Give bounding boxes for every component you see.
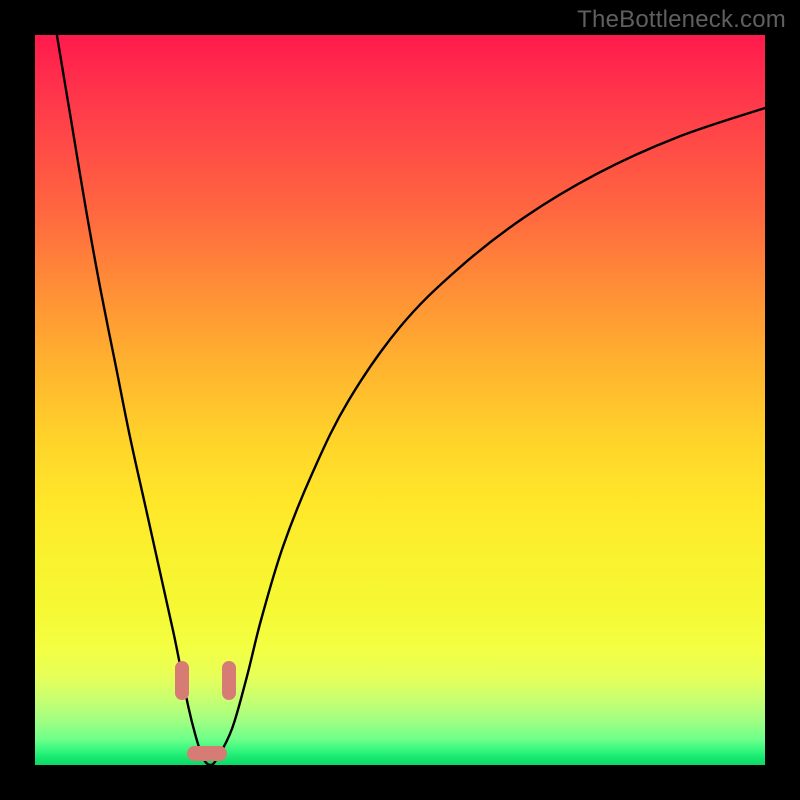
marker-left-vertical	[175, 661, 189, 700]
marker-right-vertical	[222, 661, 236, 700]
watermark-text: TheBottleneck.com	[577, 6, 786, 34]
bottleneck-curve	[35, 35, 765, 765]
plot-area	[35, 35, 765, 765]
marker-bottom-horizontal	[187, 746, 227, 761]
chart-frame: TheBottleneck.com	[0, 0, 800, 800]
